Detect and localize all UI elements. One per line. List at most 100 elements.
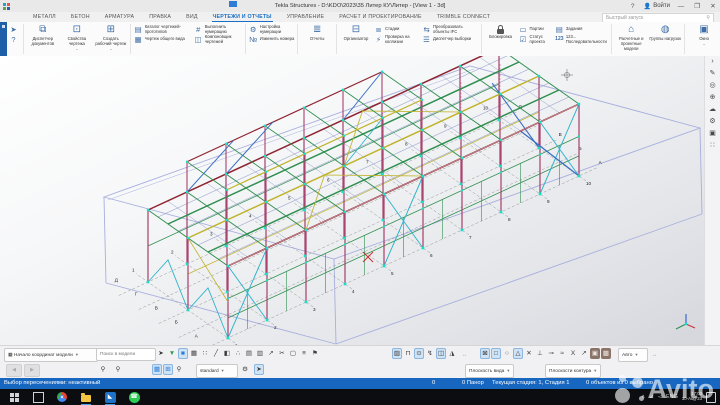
ribbon-button-numbering-settings-icon[interactable]: ⚙Настройка нумерации — [249, 25, 295, 34]
contour-planes-dropdown[interactable]: Плоскости контура▼ — [545, 364, 601, 378]
model-canvas[interactable]: 1122334455667788991010ААББВВГГДД — [0, 56, 705, 345]
apps-icon[interactable]: ∷ — [707, 142, 718, 150]
snap-points-icon[interactable]: ⊠ — [480, 348, 490, 359]
window-button[interactable]: ▣Окно⌄ — [688, 23, 720, 45]
select-components-icon[interactable]: ∷ — [200, 348, 210, 359]
maximize-button[interactable]: ❐ — [692, 2, 702, 10]
minimize-button[interactable]: — — [676, 3, 686, 10]
tab-trimble-connect[interactable]: TRIMBLE CONNECT — [436, 13, 492, 22]
select-views-icon[interactable]: ▢ — [288, 348, 298, 359]
ribbon-side-strip[interactable] — [0, 22, 7, 56]
notification-center-icon[interactable] — [706, 392, 716, 403]
tab-управление[interactable]: УПРАВЛЕНИЕ — [286, 13, 326, 22]
snap-intersection-icon[interactable]: ✕ — [524, 348, 534, 359]
ribbon-button-drawing-layout-icon[interactable]: ◫Компоновщик чертежей — [194, 35, 242, 44]
cursor-icon[interactable]: ➤ — [9, 25, 20, 34]
view-plane-dropdown[interactable]: Плоскость вида▼ — [465, 364, 514, 378]
eye-icon[interactable]: ◎ — [707, 82, 718, 90]
select-flag-icon[interactable]: ⚑ — [310, 348, 320, 359]
snap-perpendicular-icon[interactable]: ⊥ — [535, 348, 545, 359]
zoom-in-icon[interactable]: ⚲ — [98, 364, 108, 375]
start-button[interactable] — [8, 391, 20, 403]
organizer-button[interactable]: ⊟Организатор — [340, 23, 372, 42]
world-icon[interactable]: ⊕ — [707, 94, 718, 102]
ribbon-button-tasks-icon[interactable]: ▤Задания — [555, 25, 609, 34]
document-manager-button[interactable]: ⧉Диспетчер документов — [27, 23, 59, 47]
toolbar-expander2-icon[interactable]: ↔ — [652, 352, 657, 358]
magnet-toggle-icon[interactable]: ⚲ — [174, 364, 184, 375]
cursor-question-icon[interactable]: ? — [9, 35, 20, 44]
snap-override1-icon[interactable]: ▣ — [590, 348, 600, 359]
select-all-icon[interactable]: ▦ — [189, 348, 199, 359]
ribbon-button-ifc-convert-icon[interactable]: ⇆Преобразовать объекты IFC — [422, 25, 478, 34]
bolt-tool-icon[interactable]: ▨ — [392, 348, 402, 359]
model-search-input[interactable] — [96, 348, 156, 361]
tab-правка[interactable]: ПРАВКА — [148, 13, 172, 22]
snap-free-icon[interactable]: ↗ — [579, 348, 589, 359]
tab-чертежи-и-отчеты[interactable]: ЧЕРТЕЖИ И ОТЧЕТЫ — [212, 13, 273, 22]
tab-бетон[interactable]: БЕТОН — [70, 13, 91, 22]
tekla-app[interactable]: ◣ — [104, 391, 116, 403]
dropdown-arrow-icon[interactable]: ⌄ — [702, 42, 705, 45]
ribbon-button-change-numbers-icon[interactable]: №Изменить номера — [249, 35, 295, 44]
signin-button[interactable]: 👤 Войти — [644, 3, 670, 10]
language-indicator[interactable]: ENG — [666, 394, 678, 400]
ribbon-button-lots-icon[interactable]: ▭Партии — [519, 25, 553, 34]
hole-tool-icon[interactable]: ⊙ — [414, 348, 424, 359]
chrome-app[interactable] — [56, 391, 68, 403]
tray-chevron-icon[interactable]: ∧ — [641, 394, 645, 400]
snap-override2-icon[interactable]: ▩ — [601, 348, 611, 359]
tab-расчет-и-проектирование[interactable]: РАСЧЕТ И ПРОЕКТИРОВАНИЕ — [338, 13, 423, 22]
weld-tool-icon[interactable]: ↯ — [425, 348, 435, 359]
select-points-icon[interactable]: ∴ — [233, 348, 243, 359]
area-select-icon[interactable]: ■ — [178, 348, 188, 359]
tab-металл[interactable]: МЕТАЛЛ — [32, 13, 57, 22]
close-button[interactable]: ✕ — [708, 2, 718, 10]
ribbon-button-sequences-icon[interactable]: 123123... Последовательности — [555, 35, 609, 44]
collapse-icon[interactable]: › — [707, 58, 718, 66]
select-cursor-icon[interactable]: ➤ — [156, 348, 166, 359]
pen-icon[interactable]: ✎ — [707, 70, 718, 78]
snap-extension-icon[interactable]: ⊸ — [546, 348, 556, 359]
volume-icon[interactable]: ◅ — [658, 394, 662, 400]
lock-button[interactable]: Блокировка — [485, 23, 517, 40]
tab-вид[interactable]: ВИД — [185, 13, 199, 22]
origin-dropdown[interactable]: ▦ Начало координат модели▼ — [4, 348, 98, 362]
snap-endpoint-icon[interactable]: □ — [491, 348, 501, 359]
ad-models-button[interactable]: ⌂Расчетные и проектные модели — [615, 23, 647, 51]
snap-cursor-icon[interactable]: ➤ — [254, 364, 264, 375]
ribbon-button-project-status-icon[interactable]: ☑Статус проекта — [519, 35, 553, 44]
dropdown-arrow-icon[interactable]: ⌄ — [75, 47, 78, 50]
model-viewport[interactable]: 1122334455667788991010ААББВВГГДД ›✎◎⊕☁⚙▣… — [0, 56, 720, 345]
standard-dropdown[interactable]: standard▼ — [196, 364, 238, 378]
selection-filter-icon[interactable]: ▼ — [167, 348, 177, 359]
select-grids-icon[interactable]: ▤ — [244, 348, 254, 359]
snap-nearest-icon[interactable]: ≈ — [557, 348, 567, 359]
tab-арматура[interactable]: АРМАТУРА — [104, 13, 135, 22]
stud-tool-icon[interactable]: ⊓ — [403, 348, 413, 359]
network-icon[interactable]: ⊿ — [649, 394, 654, 400]
taskbar-clock[interactable]: 17:03 30-Aug-23 — [682, 392, 702, 401]
grid-toggle-icon[interactable]: ▦ — [152, 364, 162, 375]
create-drawing-button[interactable]: ⊞Создать рабочий чертеж⌄ — [95, 23, 127, 50]
toolbar-expander-icon[interactable]: ↔ — [462, 352, 467, 358]
select-welds-icon[interactable]: ↗ — [266, 348, 276, 359]
forward-button[interactable]: ▶ — [24, 364, 40, 377]
snap-center-icon[interactable]: ○ — [502, 348, 512, 359]
camera-icon[interactable]: ▣ — [707, 130, 718, 138]
ribbon-button-selection-manager-icon[interactable]: ☰Диспетчер выборки — [422, 35, 478, 44]
select-surfaces-icon[interactable]: ◧ — [222, 348, 232, 359]
plate-tool-icon[interactable]: ◫ — [436, 348, 446, 359]
plane-toggle-icon[interactable]: ⊞ — [163, 364, 173, 375]
help-icon[interactable]: ? — [628, 3, 638, 10]
reports-button[interactable]: ≣Отчеты — [301, 23, 333, 42]
ribbon-button-ga-drawing-icon[interactable]: ▦Чертеж общего вида — [134, 35, 192, 44]
select-planes-icon[interactable]: ≡ — [299, 348, 309, 359]
cloud-icon[interactable]: ☁ — [707, 106, 718, 114]
select-cuts-icon[interactable]: ✂ — [277, 348, 287, 359]
back-button[interactable]: ◀ — [6, 364, 22, 377]
select-gridlines-icon[interactable]: ▥ — [255, 348, 265, 359]
snap-midpoint-icon[interactable]: △ — [513, 348, 523, 359]
snap-settings-gear-icon[interactable]: ⚙ — [240, 364, 250, 375]
ribbon-button-phases-icon[interactable]: ⧈Стадии — [374, 25, 420, 34]
